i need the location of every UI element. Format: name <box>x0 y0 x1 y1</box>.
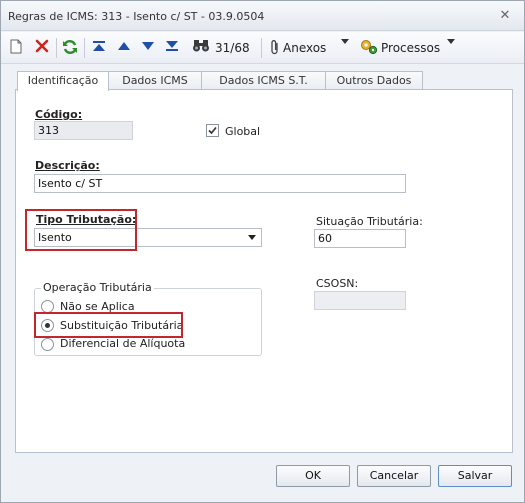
cancel-button[interactable]: Cancelar <box>357 465 431 487</box>
record-counter: 31/68 <box>215 41 250 55</box>
tab-dados-icms-st[interactable]: Dados ICMS S.T. <box>201 71 326 90</box>
tab-dados-icms[interactable]: Dados ICMS <box>108 71 202 90</box>
descricao-label: Descrição: <box>35 159 100 172</box>
codigo-field[interactable]: 313 <box>34 121 133 140</box>
codigo-label: Código: <box>35 108 83 121</box>
ok-button[interactable]: OK <box>276 465 350 487</box>
checkmark-icon <box>208 126 217 135</box>
situacao-tributaria-label: Situação Tributária: <box>316 215 423 228</box>
dialog-window: Regras de ICMS: 313 - Isento c/ ST - 03.… <box>0 0 525 503</box>
global-checkbox[interactable] <box>206 124 219 137</box>
last-record-icon[interactable] <box>165 39 179 57</box>
tab-outros-dados[interactable]: Outros Dados <box>325 71 423 90</box>
anexos-dropdown-arrow-icon[interactable] <box>341 39 351 57</box>
situacao-tributaria-field[interactable]: 60 <box>314 229 406 248</box>
delete-icon[interactable] <box>35 39 51 57</box>
highlight-box-tipo-tributacao <box>25 209 137 251</box>
next-record-icon[interactable] <box>141 39 155 57</box>
descricao-field[interactable]: Isento c/ ST <box>34 174 406 193</box>
operacao-tributaria-title: Operação Tributária <box>41 281 154 294</box>
radio-diferencial-aliquota[interactable] <box>41 338 54 351</box>
processos-menu[interactable]: Processos <box>381 39 441 57</box>
toolbar-separator <box>261 38 262 58</box>
refresh-icon[interactable] <box>62 39 78 57</box>
toolbar: 31/68 Anexos Processos <box>1 32 524 64</box>
new-document-icon[interactable] <box>10 39 24 57</box>
save-button[interactable]: Salvar <box>438 465 512 487</box>
toolbar-separator <box>84 38 85 58</box>
first-record-icon[interactable] <box>92 39 106 57</box>
close-icon[interactable]: ✕ <box>498 9 512 23</box>
global-label: Global <box>225 125 261 138</box>
title-bar[interactable]: Regras de ICMS: 313 - Isento c/ ST - 03.… <box>1 1 524 31</box>
anexos-menu[interactable]: Anexos <box>283 39 333 57</box>
previous-record-icon[interactable] <box>117 39 131 57</box>
processos-dropdown-arrow-icon[interactable] <box>447 39 457 57</box>
processes-icon[interactable] <box>360 39 378 57</box>
csosn-label: CSOSN: <box>316 277 359 290</box>
chevron-down-icon <box>248 235 256 240</box>
window-title: Regras de ICMS: 313 - Isento c/ ST - 03.… <box>8 10 265 23</box>
tab-identificacao[interactable]: Identificação <box>17 71 109 91</box>
radio-label-diferencial-aliquota: Diferencial de Alíquota <box>60 337 186 350</box>
paperclip-icon[interactable] <box>269 39 281 57</box>
toolbar-separator <box>56 38 57 58</box>
csosn-field[interactable] <box>314 291 406 310</box>
tab-panel <box>15 89 513 453</box>
search-binoculars-icon[interactable] <box>192 39 210 57</box>
highlight-box-operacao <box>34 312 183 338</box>
